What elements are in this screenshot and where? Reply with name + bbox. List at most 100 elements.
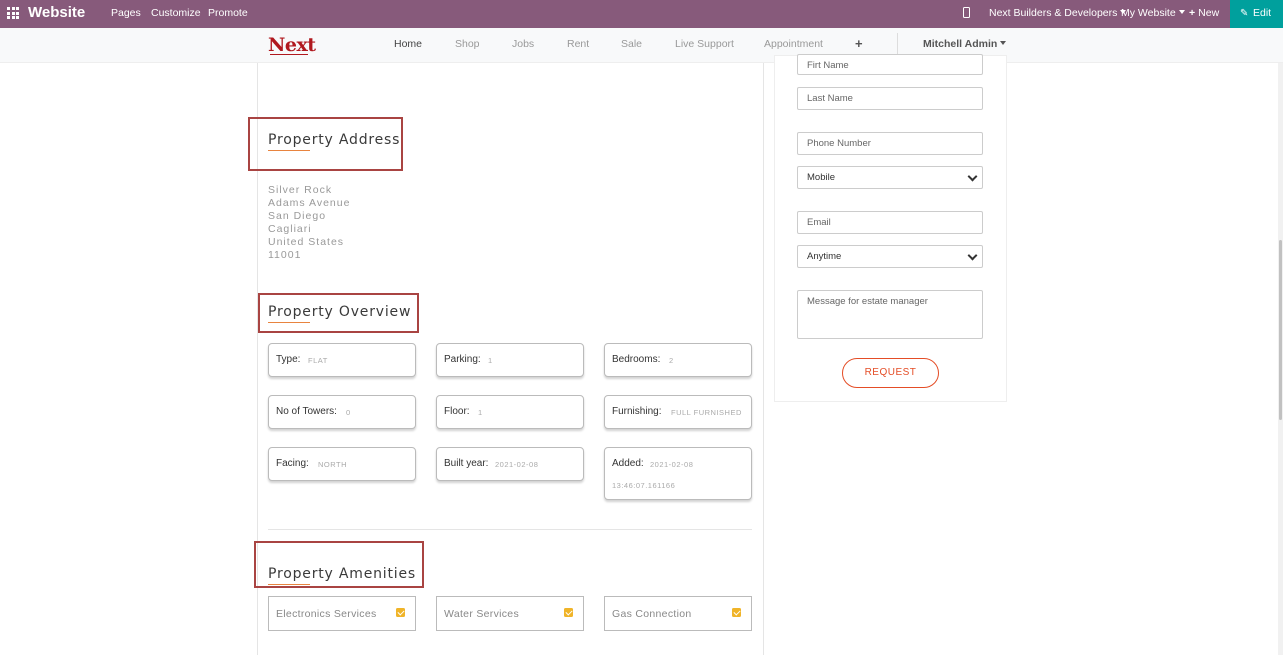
company-name: Next Builders & Developers — [989, 7, 1118, 19]
card-label: Built year: — [444, 458, 489, 469]
card-value: 2021-02-08 — [495, 460, 539, 469]
checkbox-checked-icon — [564, 608, 573, 617]
edit-button[interactable]: ✎ Edit — [1230, 0, 1283, 28]
chevron-down-icon — [967, 250, 978, 261]
apps-grid-icon[interactable] — [7, 7, 19, 19]
new-label: New — [1198, 7, 1220, 19]
last-name-field[interactable]: Last Name — [797, 87, 983, 110]
overview-card-added: Added: 2021-02-08 13:46:07.161166 — [604, 447, 752, 500]
card-label: Furnishing: — [612, 406, 662, 417]
heading-underline — [268, 149, 310, 151]
checkbox-checked-icon — [732, 608, 741, 617]
overview-card-type: Type: FLAT — [268, 343, 416, 377]
logo-underline — [270, 54, 308, 55]
card-value: 2021-02-08 — [650, 460, 694, 469]
address-line: Silver Rock — [268, 184, 333, 196]
heading-text: Property Address — [268, 132, 401, 148]
phone-type-select[interactable]: Mobile — [797, 166, 983, 189]
card-value: 1 — [478, 408, 483, 417]
request-button[interactable]: REQUEST — [842, 358, 939, 388]
chevron-down-icon — [1000, 41, 1007, 45]
new-button[interactable]: + New — [1189, 7, 1219, 19]
edit-label: Edit — [1253, 7, 1272, 19]
address-line: San Diego — [268, 210, 327, 222]
scrollbar-thumb[interactable] — [1279, 240, 1282, 420]
amenity-label: Gas Connection — [612, 608, 692, 620]
section-divider — [268, 529, 752, 530]
card-label: No of Towers: — [276, 406, 337, 417]
property-amenities-heading: Property Amenities — [268, 566, 416, 585]
pencil-icon: ✎ — [1240, 8, 1249, 19]
card-label: Parking: — [444, 354, 481, 365]
heading-text: Property Amenities — [268, 566, 416, 582]
menu-promote[interactable]: Promote — [208, 7, 248, 19]
nav-shop[interactable]: Shop — [455, 38, 480, 50]
heading-underline — [268, 321, 310, 323]
card-label: Type: — [276, 354, 301, 365]
nav-sale[interactable]: Sale — [621, 38, 642, 50]
card-value-time: 13:46:07.161166 — [612, 481, 676, 490]
card-value: 0 — [346, 408, 351, 417]
address-line: 11001 — [268, 249, 302, 261]
navbar-overlay — [790, 28, 990, 63]
phone-placeholder: Phone Number — [807, 138, 871, 149]
overview-card-parking: Parking: 1 — [436, 343, 584, 377]
card-value: 1 — [488, 356, 493, 365]
menu-pages[interactable]: Pages — [111, 7, 141, 19]
amenity-label: Electronics Services — [276, 608, 377, 620]
nav-live-support[interactable]: Live Support — [675, 38, 734, 50]
plus-icon: + — [1189, 7, 1196, 19]
website-switcher[interactable]: My Website — [1121, 7, 1185, 19]
message-placeholder: Message for estate manager — [807, 296, 928, 307]
overview-card-furnishing: Furnishing: FULL FURNISHED — [604, 395, 752, 429]
address-line: Adams Avenue — [268, 197, 351, 209]
message-textarea[interactable]: Message for estate manager — [797, 290, 983, 339]
overview-card-floor: Floor: 1 — [436, 395, 584, 429]
nav-jobs[interactable]: Jobs — [512, 38, 534, 50]
property-address-text: Silver Rock Adams Avenue San Diego Cagli… — [268, 184, 350, 262]
menu-customize[interactable]: Customize — [151, 7, 201, 19]
address-line: United States — [268, 236, 345, 248]
chevron-down-icon — [967, 171, 978, 182]
contact-time-value: Anytime — [807, 251, 842, 262]
last-name-placeholder: Last Name — [807, 93, 853, 104]
heading-text: Property Overview — [268, 304, 412, 320]
company-switcher[interactable]: Next Builders & Developers — [989, 7, 1127, 19]
address-line: Cagliari — [268, 223, 312, 235]
email-placeholder: Email — [807, 217, 831, 228]
chevron-down-icon — [1178, 10, 1185, 14]
website-brand[interactable]: Website — [28, 4, 85, 21]
nav-rent[interactable]: Rent — [567, 38, 589, 50]
card-value: FULL FURNISHED — [671, 408, 742, 417]
phone-type-value: Mobile — [807, 172, 835, 183]
overview-card-built-year: Built year: 2021-02-08 — [436, 447, 584, 481]
overview-card-bedrooms: Bedrooms: 2 — [604, 343, 752, 377]
card-label: Floor: — [444, 406, 470, 417]
website-name: My Website — [1121, 7, 1176, 19]
overview-card-facing: Facing: NORTH — [268, 447, 416, 481]
amenity-electronics: Electronics Services — [268, 596, 416, 631]
heading-underline — [268, 583, 310, 585]
amenity-label: Water Services — [444, 608, 519, 620]
card-label: Facing: — [276, 458, 309, 469]
website-topbar: Website Pages Customize Promote Next Bui… — [0, 0, 1283, 28]
nav-home[interactable]: Home — [394, 38, 422, 50]
property-overview-heading: Property Overview — [268, 304, 412, 323]
card-label: Bedrooms: — [612, 354, 661, 365]
phone-number-field[interactable]: Phone Number — [797, 132, 983, 155]
amenity-water: Water Services — [436, 596, 584, 631]
site-logo[interactable]: Next — [268, 34, 316, 56]
mobile-preview-icon[interactable] — [963, 7, 970, 18]
checkbox-checked-icon — [396, 608, 405, 617]
card-value: 2 — [669, 356, 674, 365]
property-address-heading: Property Address — [268, 132, 401, 151]
contact-time-select[interactable]: Anytime — [797, 245, 983, 268]
amenity-gas: Gas Connection — [604, 596, 752, 631]
content-right-border — [763, 63, 764, 655]
overview-card-towers: No of Towers: 0 — [268, 395, 416, 429]
card-value: FLAT — [308, 356, 328, 365]
card-value: NORTH — [318, 460, 348, 469]
card-label: Added: — [612, 458, 644, 469]
site-navbar: Next Home Shop Jobs Rent Sale Live Suppo… — [0, 28, 1283, 63]
email-field[interactable]: Email — [797, 211, 983, 234]
